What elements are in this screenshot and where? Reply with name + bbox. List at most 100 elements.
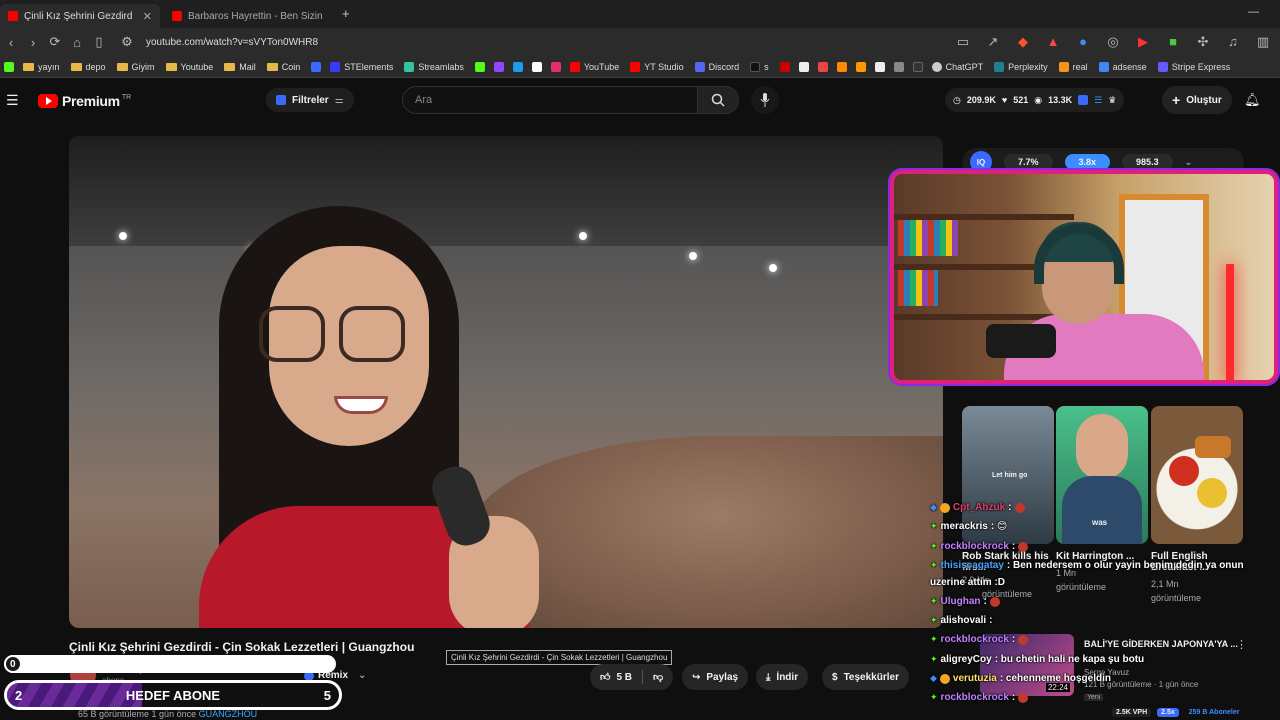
youtube-logo[interactable]: Premium TR: [38, 93, 131, 109]
menu-icon[interactable]: ☰: [6, 92, 19, 109]
share-button[interactable]: ↪ Paylaş: [682, 664, 749, 690]
bookmark-link[interactable]: real: [1058, 61, 1088, 72]
chat-message: ✦ rockblockrock:: [930, 692, 1029, 703]
extension-icon[interactable]: ▲: [1042, 34, 1064, 50]
kicks-target: 1000: [307, 658, 330, 670]
bookmark-folder[interactable]: Coin: [266, 62, 300, 72]
bookmark-icon[interactable]: [893, 61, 904, 72]
amazon-icon[interactable]: [874, 61, 885, 72]
site-info-icon[interactable]: ⚙: [116, 34, 138, 50]
iq-percent: 7.7%: [1004, 154, 1053, 170]
short-info[interactable]: Full English Breakfast ... 2,1 Mn görünt…: [1151, 551, 1243, 603]
filters-button[interactable]: Filtreler ⚌: [266, 88, 354, 112]
list-icon[interactable]: ☰: [1094, 95, 1102, 106]
music-icon[interactable]: ♫: [1222, 34, 1244, 50]
bookmark-icon[interactable]: ▯: [88, 34, 110, 50]
search-input[interactable]: Ara: [402, 86, 698, 114]
sidebar-icon[interactable]: ▥: [1252, 34, 1274, 50]
minimize-icon[interactable]: —: [1248, 6, 1259, 18]
chat-message: ✦ alishovali:: [930, 615, 993, 626]
create-button[interactable]: + Oluştur: [1162, 86, 1232, 114]
browser-tab[interactable]: Barbaros Hayrettin - Ben Sizin Babanı: [164, 4, 334, 28]
url-field[interactable]: youtube.com/watch?v=sVYTon0WHR8: [146, 37, 318, 48]
streamlabs-icon: [404, 61, 415, 72]
bookmark-folder[interactable]: depo: [70, 62, 106, 72]
voice-search-button[interactable]: [751, 86, 779, 114]
yt-studio-icon: [630, 61, 641, 72]
search-button[interactable]: [697, 86, 739, 114]
chat-message: ✦ rockblockrock:: [930, 634, 1029, 645]
bookmark-link[interactable]: ChatGPT: [931, 61, 983, 72]
video-player[interactable]: [69, 136, 943, 628]
chevron-down-icon[interactable]: ⌄: [1185, 157, 1193, 168]
puzzle-icon[interactable]: ✣: [1192, 34, 1214, 50]
browser-tab-active[interactable]: Çinli Kız Şehrini Gezdirdi - Çin ✕: [0, 4, 160, 28]
trophy-icon[interactable]: ♛: [1108, 95, 1116, 106]
kick-icon[interactable]: [474, 61, 485, 72]
thanks-button[interactable]: $ Teşekkürler: [822, 664, 909, 690]
bookmark-folder[interactable]: Youtube: [165, 62, 213, 72]
short-info[interactable]: Kit Harrington ... 1 Mn görüntüleme: [1056, 551, 1148, 592]
share-icon[interactable]: ↗: [982, 34, 1004, 50]
forward-icon[interactable]: ›: [22, 35, 44, 50]
short-thumbnail[interactable]: [1151, 406, 1243, 544]
cast-icon[interactable]: ▭: [952, 34, 974, 50]
bookmark-link[interactable]: s: [750, 61, 769, 72]
reload-icon[interactable]: ⟳: [44, 34, 66, 50]
bookmark-icon[interactable]: [836, 61, 847, 72]
bookmark-link[interactable]: Discord: [694, 61, 739, 72]
download-button[interactable]: ⤓ İndir: [756, 664, 809, 690]
bookmark-icon[interactable]: [817, 61, 828, 72]
video-scene: [119, 232, 127, 240]
bookmark-folder[interactable]: Giyim: [116, 62, 155, 72]
bookmark-link[interactable]: adsense: [1098, 61, 1147, 72]
badge-icon: [1018, 541, 1029, 552]
bookmark-link[interactable]: Perplexity: [994, 61, 1048, 72]
brave-icon[interactable]: ◆: [1012, 34, 1034, 50]
extension-icon[interactable]: ▶: [1132, 34, 1154, 50]
bookmark-link[interactable]: Streamlabs: [404, 61, 464, 72]
kicks-label: KICKS: [146, 658, 178, 670]
kick-icon[interactable]: [4, 61, 14, 72]
search-icon: [711, 93, 725, 107]
bookmark-folder[interactable]: yayın: [23, 62, 60, 72]
extension-icon[interactable]: ◎: [1102, 34, 1124, 50]
bookmark-icon[interactable]: [311, 61, 322, 72]
like-button[interactable]: 👍︎ 5 B 👎︎: [590, 664, 674, 690]
folder-icon: [266, 62, 278, 71]
bluesky-icon[interactable]: [512, 61, 523, 72]
home-icon[interactable]: ⌂: [66, 35, 88, 50]
back-icon[interactable]: ‹: [0, 35, 22, 50]
bookmark-folder[interactable]: Mail: [224, 62, 256, 72]
short-views: 2,1 Mn: [1151, 579, 1179, 589]
badge-icon: [1014, 502, 1025, 513]
bookmark-icon[interactable]: [855, 61, 866, 72]
iq-icon[interactable]: [1078, 95, 1089, 105]
bookmark-icon[interactable]: [779, 61, 790, 72]
short-info[interactable]: Rob Stark kills his firs... 2,9 Mn görün…: [962, 551, 1054, 599]
extension-icon[interactable]: ■: [1162, 34, 1184, 50]
bookmark-link[interactable]: Stripe Express: [1157, 61, 1230, 72]
tab-title: Çinli Kız Şehrini Gezdirdi - Çin: [24, 10, 133, 22]
thumbs-down-icon[interactable]: 👎︎: [653, 671, 663, 683]
more-icon[interactable]: ⋮: [1236, 638, 1247, 651]
bookmark-link[interactable]: STElements: [330, 61, 393, 72]
extension-icon[interactable]: ●: [1072, 34, 1094, 50]
kick-diamond-icon: ✦: [930, 521, 938, 531]
chevron-right-icon[interactable]: ›: [1234, 482, 1238, 496]
new-tab-button[interactable]: +: [342, 6, 350, 21]
close-icon[interactable]: ✕: [143, 10, 152, 23]
video-scene: [769, 264, 777, 272]
bookmark-link[interactable]: YouTube: [569, 61, 619, 72]
notification-bell-icon[interactable]: 🔔︎: [1244, 92, 1261, 108]
twitch-icon[interactable]: [493, 61, 504, 72]
iq-multiplier: 3.8x: [1064, 154, 1111, 170]
instagram-icon[interactable]: [550, 61, 561, 72]
x-icon[interactable]: [531, 61, 542, 72]
kick-diamond-icon: ✦: [930, 560, 938, 570]
short-thumbnail[interactable]: was: [1056, 406, 1148, 544]
bookmark-icon[interactable]: [798, 61, 809, 72]
bookmark-link[interactable]: YT Studio: [630, 61, 684, 72]
bookmark-icon[interactable]: [912, 61, 923, 72]
tiktok-icon: [750, 61, 761, 72]
